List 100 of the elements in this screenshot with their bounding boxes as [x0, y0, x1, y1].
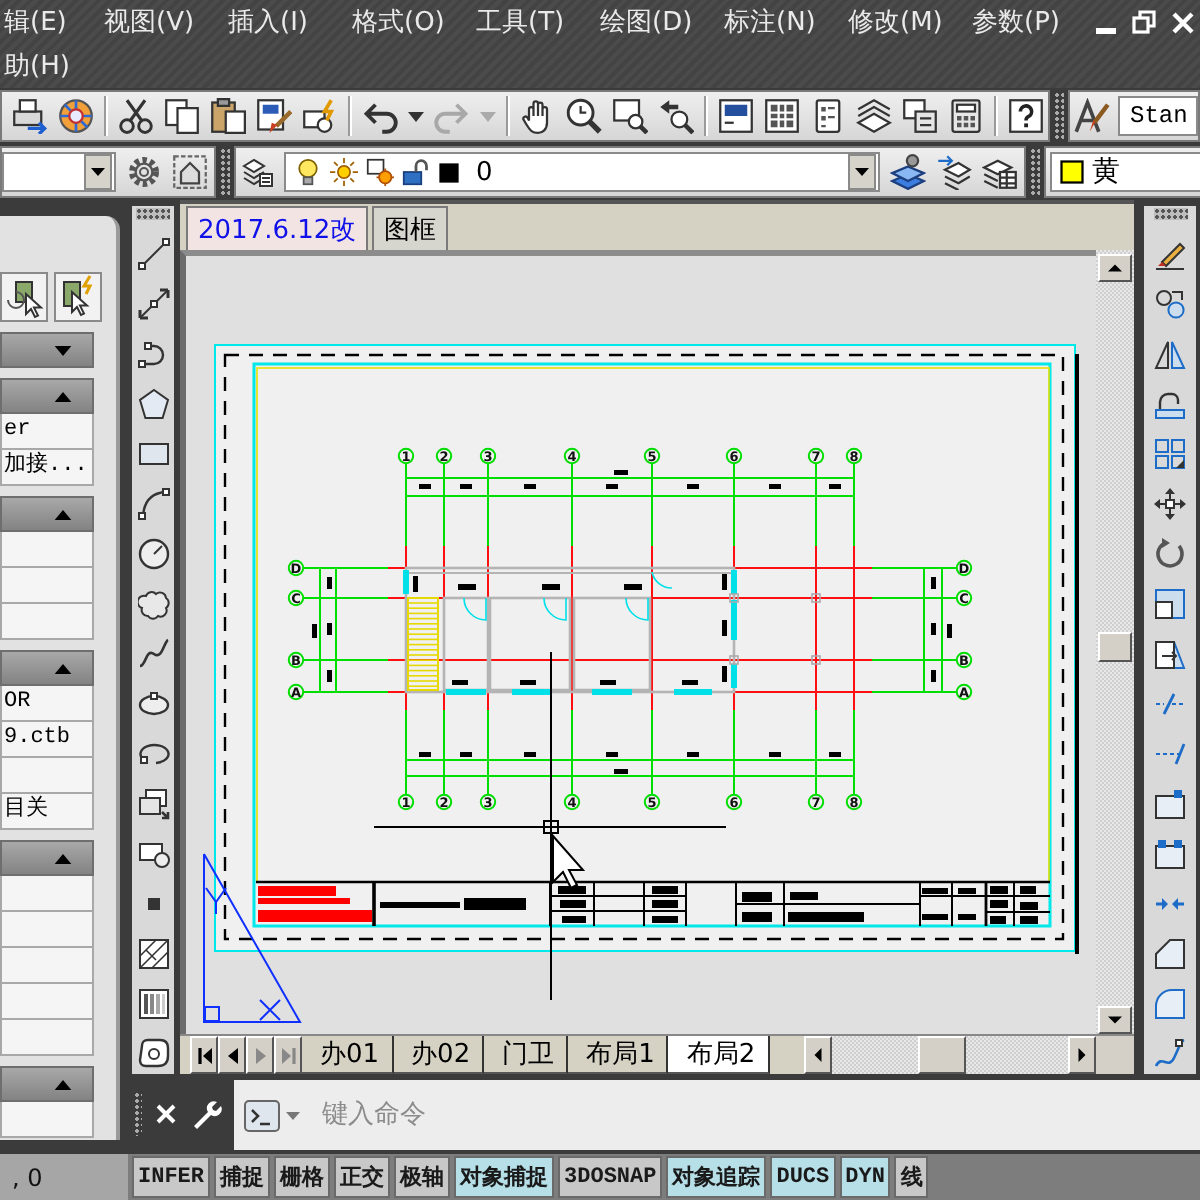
arc-icon[interactable]: [137, 488, 169, 520]
toggle-button[interactable]: DYN: [839, 1156, 891, 1198]
cursor-lightning-icon[interactable]: [54, 272, 102, 322]
ellipse-icon[interactable]: [137, 688, 169, 720]
move-arrows-icon[interactable]: [1154, 488, 1186, 520]
previous-tab-button[interactable]: [218, 1036, 246, 1074]
layout-tab[interactable]: 办02: [393, 1036, 485, 1074]
scroll-down-button[interactable]: [1098, 1006, 1132, 1034]
calculator-icon[interactable]: [948, 98, 984, 134]
scroll-up-button[interactable]: [1098, 254, 1132, 282]
cursor-square-icon[interactable]: [0, 272, 48, 322]
gradient-icon[interactable]: [137, 988, 169, 1020]
layout-tab[interactable]: 布局2: [668, 1036, 770, 1074]
help-icon[interactable]: [1008, 98, 1044, 134]
last-tab-button[interactable]: [274, 1036, 302, 1074]
layout-tab[interactable]: 门卫: [484, 1036, 569, 1074]
caret-icon[interactable]: [408, 111, 424, 121]
box-two-dots-icon[interactable]: [1154, 838, 1186, 870]
paintbrush-icon[interactable]: [256, 98, 292, 134]
section-header[interactable]: [0, 840, 94, 876]
stacked-layers-icon[interactable]: [890, 154, 926, 190]
toggle-button[interactable]: INFER: [132, 1156, 211, 1198]
file-tab[interactable]: 图框: [372, 206, 449, 250]
section-header[interactable]: [0, 496, 94, 532]
menu-item[interactable]: 助(H): [0, 48, 104, 84]
layers-arrow-icon[interactable]: [936, 154, 972, 190]
toolbar-grip[interactable]: [1153, 208, 1187, 220]
menu-item[interactable]: 修改(M): [848, 4, 972, 40]
property-row[interactable]: OR: [0, 686, 94, 722]
curve-square-icon[interactable]: [1154, 1038, 1186, 1070]
nested-squares-icon[interactable]: [1154, 588, 1186, 620]
menu-item[interactable]: 视图(V): [104, 4, 228, 40]
box-dot-icon[interactable]: [1154, 788, 1186, 820]
section-header[interactable]: [0, 1066, 94, 1102]
minimize-icon[interactable]: [1096, 27, 1116, 33]
curve-icon[interactable]: [137, 638, 169, 670]
hatch-icon[interactable]: [137, 938, 169, 970]
toggle-button[interactable]: DUCS: [770, 1156, 836, 1198]
layer-dropdown[interactable]: 0: [284, 152, 880, 192]
pencil-icon[interactable]: [1154, 238, 1186, 270]
menu-item[interactable]: 插入(I): [228, 4, 352, 40]
scroll-left-button[interactable]: [804, 1036, 832, 1074]
toolbar-grip[interactable]: [136, 208, 170, 220]
file-tab[interactable]: 2017.6.12改: [186, 206, 369, 250]
toggle-button[interactable]: 极轴: [394, 1156, 451, 1198]
property-row[interactable]: er: [0, 414, 94, 450]
list-panel-icon[interactable]: [810, 98, 846, 134]
toggle-button[interactable]: 3DOSNAP: [558, 1156, 663, 1198]
dropdown-button[interactable]: [84, 154, 112, 190]
mirror-triangles-icon[interactable]: [1154, 338, 1186, 370]
magnifier-clock-icon[interactable]: [566, 98, 602, 134]
circle-icon[interactable]: [137, 538, 169, 570]
rectangle-icon[interactable]: [137, 438, 169, 470]
color-dropdown[interactable]: 黄: [1050, 152, 1200, 192]
menu-item[interactable]: 工具(T): [476, 4, 600, 40]
slash-dashed-icon[interactable]: [1154, 738, 1186, 770]
first-tab-button[interactable]: [190, 1036, 218, 1074]
command-input[interactable]: 键入命令: [306, 1095, 746, 1135]
toggle-button[interactable]: 对象追踪: [666, 1156, 767, 1198]
box-circle-icon[interactable]: [137, 838, 169, 870]
magnifier-arrow-icon[interactable]: [658, 98, 694, 134]
toolbar-grip[interactable]: [1030, 148, 1040, 196]
toggle-button[interactable]: 正交: [334, 1156, 391, 1198]
toggle-button[interactable]: 对象捕捉: [454, 1156, 555, 1198]
toolbar-grip[interactable]: [1054, 92, 1064, 140]
grid-panel-icon[interactable]: [764, 98, 800, 134]
copy-icon[interactable]: [164, 98, 200, 134]
grip-handle[interactable]: [134, 1092, 142, 1136]
section-header[interactable]: [0, 378, 94, 414]
scroll-right-button[interactable]: [1068, 1036, 1096, 1074]
stretch-arrow-icon[interactable]: [1154, 638, 1186, 670]
stacked-sheets-icon[interactable]: [902, 98, 938, 134]
menu-item[interactable]: 格式(O): [352, 4, 476, 40]
text-style-dropdown[interactable]: Stan: [1118, 96, 1198, 136]
sun-window-icon[interactable]: [366, 158, 394, 186]
letter-brush-icon[interactable]: [1074, 98, 1110, 134]
gear-icon[interactable]: [128, 156, 160, 188]
layout-tab[interactable]: 办01: [302, 1036, 394, 1074]
grid-squares-icon[interactable]: [1154, 438, 1186, 470]
pentagon-icon[interactable]: [137, 388, 169, 420]
property-row[interactable]: 目关: [0, 794, 94, 830]
ellipse-arc-icon[interactable]: [137, 738, 169, 770]
section-header[interactable]: [0, 650, 94, 686]
toggle-button[interactable]: 捕捉: [214, 1156, 271, 1198]
magnifier-window-icon[interactable]: [612, 98, 648, 134]
stacked-diamonds-icon[interactable]: [856, 98, 892, 134]
wrench-icon[interactable]: [190, 1098, 222, 1130]
property-row[interactable]: 9.ctb: [0, 722, 94, 758]
line-icon[interactable]: [137, 238, 169, 270]
close-icon[interactable]: [156, 1104, 176, 1124]
house-icon[interactable]: [172, 154, 208, 190]
next-tab-button[interactable]: [246, 1036, 274, 1074]
menu-item[interactable]: 参数(P): [972, 4, 1096, 40]
layer-list-icon[interactable]: [242, 156, 274, 188]
menu-item[interactable]: 标注(N): [724, 4, 848, 40]
scroll-thumb[interactable]: [918, 1036, 966, 1074]
padlock-icon[interactable]: [402, 158, 430, 186]
menu-item[interactable]: 辑(E): [0, 4, 104, 40]
window-panel-icon[interactable]: [718, 98, 754, 134]
circles-arrow-icon[interactable]: [1154, 288, 1186, 320]
